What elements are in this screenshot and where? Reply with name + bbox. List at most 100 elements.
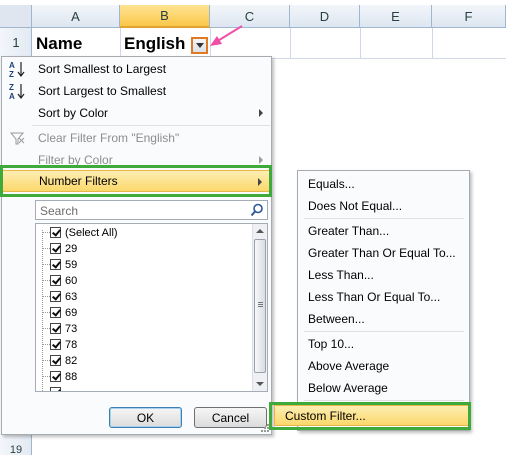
column-header-row: A B C D E F [0,5,506,28]
cancel-button[interactable]: Cancel [194,407,267,428]
less-than-or-equal-item[interactable]: Less Than Or Equal To... [298,287,469,308]
column-header-b[interactable]: B [120,5,210,28]
list-item-label: 73 [65,322,78,335]
search-placeholder: Search [40,204,79,218]
menu-separator [304,331,464,332]
between-label: Between... [308,312,365,326]
resize-grip-icon[interactable] [260,423,269,432]
scroll-thumb[interactable] [254,239,266,373]
list-item[interactable]: 59 [42,257,78,272]
svg-text:Z: Z [9,83,14,92]
list-item-label: 59 [65,258,78,271]
list-item-label: 69 [65,306,78,319]
list-item[interactable]: 63 [42,289,78,304]
list-item[interactable]: 78 [42,337,78,352]
does-not-equal-item[interactable]: Does Not Equal... [298,196,469,217]
annotation-arrow-icon [210,25,243,46]
list-item-label: 88 [65,370,78,383]
equals-item[interactable]: Equals... [298,174,469,195]
autofilter-panel: AZ Sort Smallest to Largest ZA Sort Larg… [1,56,272,435]
clear-filter-icon [8,129,26,147]
sort-ascending-label: Sort Smallest to Largest [38,62,167,76]
sort-descending-label: Sort Largest to Smallest [38,84,167,98]
greater-than-label: Greater Than... [308,224,390,238]
column-header-e[interactable]: E [360,5,432,28]
sort-by-color-item[interactable]: Sort by Color [2,102,271,124]
list-scrollbar[interactable] [252,224,267,391]
list-item[interactable]: 73 [42,321,78,336]
column-header-f[interactable]: F [432,5,506,28]
row-header-19[interactable]: 19 [0,444,32,455]
above-average-item[interactable]: Above Average [298,356,469,377]
list-item-label: 63 [65,290,78,303]
checkbox[interactable] [50,371,61,382]
list-item-label: 29 [65,242,78,255]
cell-a1[interactable]: Name [36,34,82,54]
submenu-arrow-icon [259,109,263,117]
checkbox[interactable] [50,259,61,270]
checkbox[interactable] [50,387,61,391]
between-item[interactable]: Between... [298,309,469,330]
sort-ascending-item[interactable]: AZ Sort Smallest to Largest [2,58,271,80]
checkbox[interactable] [50,227,61,238]
scroll-up-icon[interactable] [256,229,264,233]
checkbox[interactable] [50,339,61,350]
clear-filter-item: Clear Filter From "English" [2,127,271,149]
clear-filter-label: Clear Filter From "English" [38,131,180,145]
does-not-equal-label: Does Not Equal... [308,199,403,213]
svg-text:A: A [9,92,15,100]
list-item[interactable] [46,385,65,391]
cell-b1[interactable]: English [124,34,185,54]
column-header-a[interactable]: A [32,5,120,28]
sort-by-color-label: Sort by Color [38,106,109,120]
search-input[interactable]: Search [35,200,268,220]
equals-label: Equals... [308,177,355,191]
below-average-label: Below Average [308,381,388,395]
sort-za-icon: ZA [8,82,26,101]
list-item[interactable]: 88 [42,369,78,384]
list-item-label: 60 [65,274,78,287]
checkbox[interactable] [50,291,61,302]
value-checklist: (Select All) 29 59 60 63 69 73 78 82 88 [35,223,268,392]
top-10-label: Top 10... [308,337,355,351]
submenu-arrow-icon [259,156,263,164]
less-than-label: Less Than... [308,268,374,282]
scroll-down-icon[interactable] [256,382,264,386]
ok-button[interactable]: OK [109,407,182,428]
column-header-d[interactable]: D [290,5,360,28]
list-item-label: 82 [65,354,78,367]
row-header-1[interactable]: 1 [0,35,32,50]
checkbox[interactable] [50,275,61,286]
list-item-label: 78 [65,338,78,351]
checkbox[interactable] [50,243,61,254]
checkbox[interactable] [50,323,61,334]
menu-separator [304,400,464,401]
greater-than-or-equal-item[interactable]: Greater Than Or Equal To... [298,243,469,264]
svg-text:A: A [9,61,15,70]
greater-than-item[interactable]: Greater Than... [298,221,469,242]
select-all-corner[interactable] [0,5,32,28]
list-item-label: (Select All) [65,226,118,239]
list-item[interactable]: 60 [42,273,78,288]
top-10-item[interactable]: Top 10... [298,334,469,355]
svg-text:Z: Z [9,70,14,78]
menu-separator [32,125,270,126]
sort-az-icon: AZ [8,60,26,79]
greater-than-or-equal-label: Greater Than Or Equal To... [308,246,456,260]
less-than-or-equal-label: Less Than Or Equal To... [308,290,441,304]
checkbox[interactable] [50,307,61,318]
list-item[interactable]: 69 [42,305,78,320]
less-than-item[interactable]: Less Than... [298,265,469,286]
menu-separator [304,218,464,219]
search-icon [250,203,264,220]
above-average-label: Above Average [308,359,390,373]
sort-descending-item[interactable]: ZA Sort Largest to Smallest [2,80,271,102]
number-filters-submenu: Equals... Does Not Equal... Greater Than… [274,170,470,431]
number-filters-highlight [0,165,272,197]
chevron-down-icon [195,43,204,48]
list-item[interactable]: 29 [42,241,78,256]
checkbox[interactable] [50,355,61,366]
list-item[interactable]: (Select All) [42,225,118,240]
below-average-item[interactable]: Below Average [298,378,469,399]
list-item[interactable]: 82 [42,353,78,368]
